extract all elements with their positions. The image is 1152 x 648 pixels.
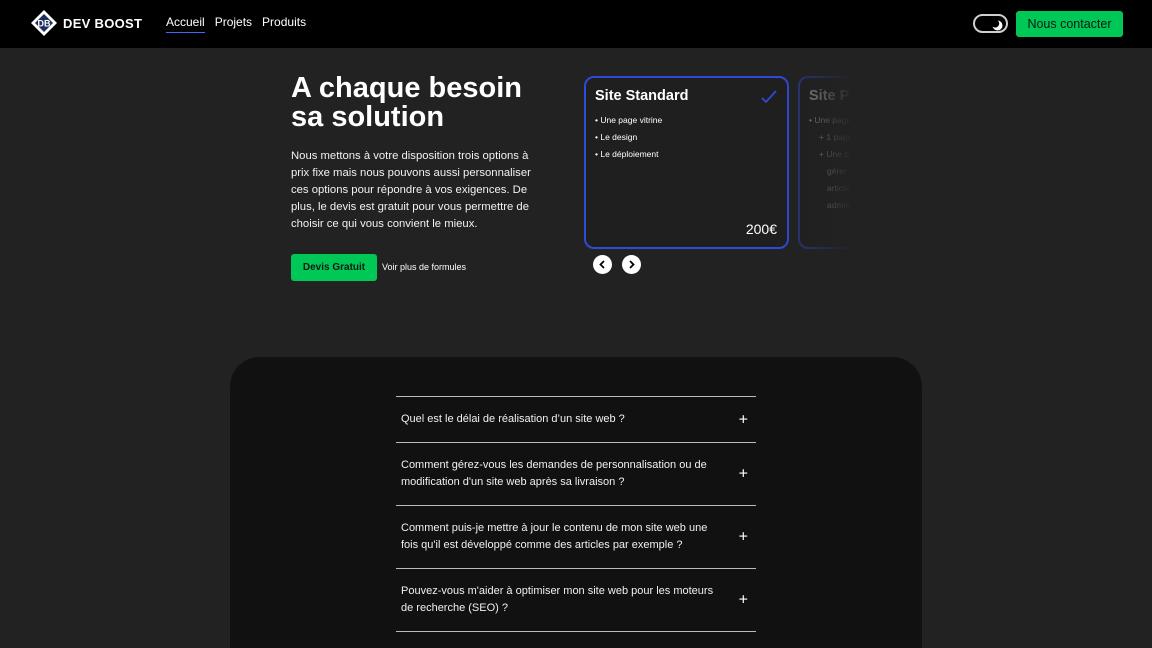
logo-icon: DB <box>30 9 58 37</box>
hero-description: Nous mettons à votre disposition trois o… <box>291 150 531 230</box>
carousel-prev-button[interactable] <box>593 255 612 274</box>
carousel-next-button[interactable] <box>622 255 641 274</box>
feature-item: • Une page vitrine <box>809 115 850 125</box>
brand-name: DEV BOOST <box>63 15 143 31</box>
check-icon <box>761 90 777 109</box>
plus-icon[interactable]: + <box>739 411 748 428</box>
chevron-left-icon <box>598 256 607 274</box>
feature-item: + 1 page supplémentaire <box>819 132 850 142</box>
plan-card-standard[interactable]: Site Standard • Une page vitrine • Le de… <box>584 76 789 249</box>
plan-features: • Une page vitrine • Le design • Le dépl… <box>595 112 778 163</box>
nav-item-projets[interactable]: Projets <box>215 15 252 33</box>
top-navbar: DB DEV BOOST Accueil Projets Produits No… <box>0 0 1152 48</box>
plan-title: Site Standard <box>595 88 689 104</box>
faq-question: Comment gérez-vous les demandes de perso… <box>401 459 707 488</box>
feature-item: articles <box>827 183 850 193</box>
feature-item: administrateur <box>827 200 850 210</box>
plus-icon[interactable]: + <box>739 529 748 546</box>
feature-item: • Le déploiement <box>595 149 659 159</box>
moon-icon <box>991 18 1003 31</box>
logo[interactable]: DB DEV BOOST <box>30 9 142 37</box>
faq-list: Quel est le délai de réalisation d’un si… <box>396 396 756 632</box>
plan-card-plus[interactable]: Site Plus • Une page vitrine + 1 page su… <box>798 76 850 249</box>
plan-features: • Une page vitrine + 1 page supplémentai… <box>809 112 850 214</box>
nav-item-accueil[interactable]: Accueil <box>166 15 205 33</box>
faq-question: Comment puis-je mettre à jour le contenu… <box>401 522 708 551</box>
faq-question: Pouvez-vous m'aider à optimiser mon site… <box>401 585 714 614</box>
feature-item: • Le design <box>595 132 638 142</box>
main-nav: Accueil Projets Produits <box>166 15 306 33</box>
chevron-right-icon <box>627 256 636 274</box>
plus-icon[interactable]: + <box>739 592 748 609</box>
contact-button[interactable]: Nous contacter <box>1016 11 1123 37</box>
faq-item[interactable]: Pouvez-vous m'aider à optimiser mon site… <box>396 569 756 632</box>
plus-icon[interactable]: + <box>739 466 748 483</box>
faq-question: Quel est le délai de réalisation d’un si… <box>401 413 625 425</box>
plans-carousel: Site Standard • Une page vitrine • Le de… <box>582 74 850 254</box>
free-quote-button[interactable]: Devis Gratuit <box>291 254 377 281</box>
hero-title: A chaque besoin sa solution <box>291 72 522 133</box>
feature-item: + Une base de données pour <box>819 149 850 159</box>
plan-price: 200€ <box>745 221 777 237</box>
more-plans-link[interactable]: Voir plus de formules <box>382 262 466 272</box>
faq-item[interactable]: Comment puis-je mettre à jour le contenu… <box>396 506 756 569</box>
faq-item[interactable]: Quel est le délai de réalisation d’un si… <box>396 397 756 443</box>
faq-item[interactable]: Comment gérez-vous les demandes de perso… <box>396 443 756 506</box>
feature-item: • Une page vitrine <box>595 115 663 125</box>
feature-item: gérer des <box>827 166 850 176</box>
plan-title: Site Plus <box>809 88 850 104</box>
nav-item-produits[interactable]: Produits <box>262 15 306 33</box>
theme-toggle[interactable] <box>973 14 1008 33</box>
svg-text:DB: DB <box>38 19 51 29</box>
